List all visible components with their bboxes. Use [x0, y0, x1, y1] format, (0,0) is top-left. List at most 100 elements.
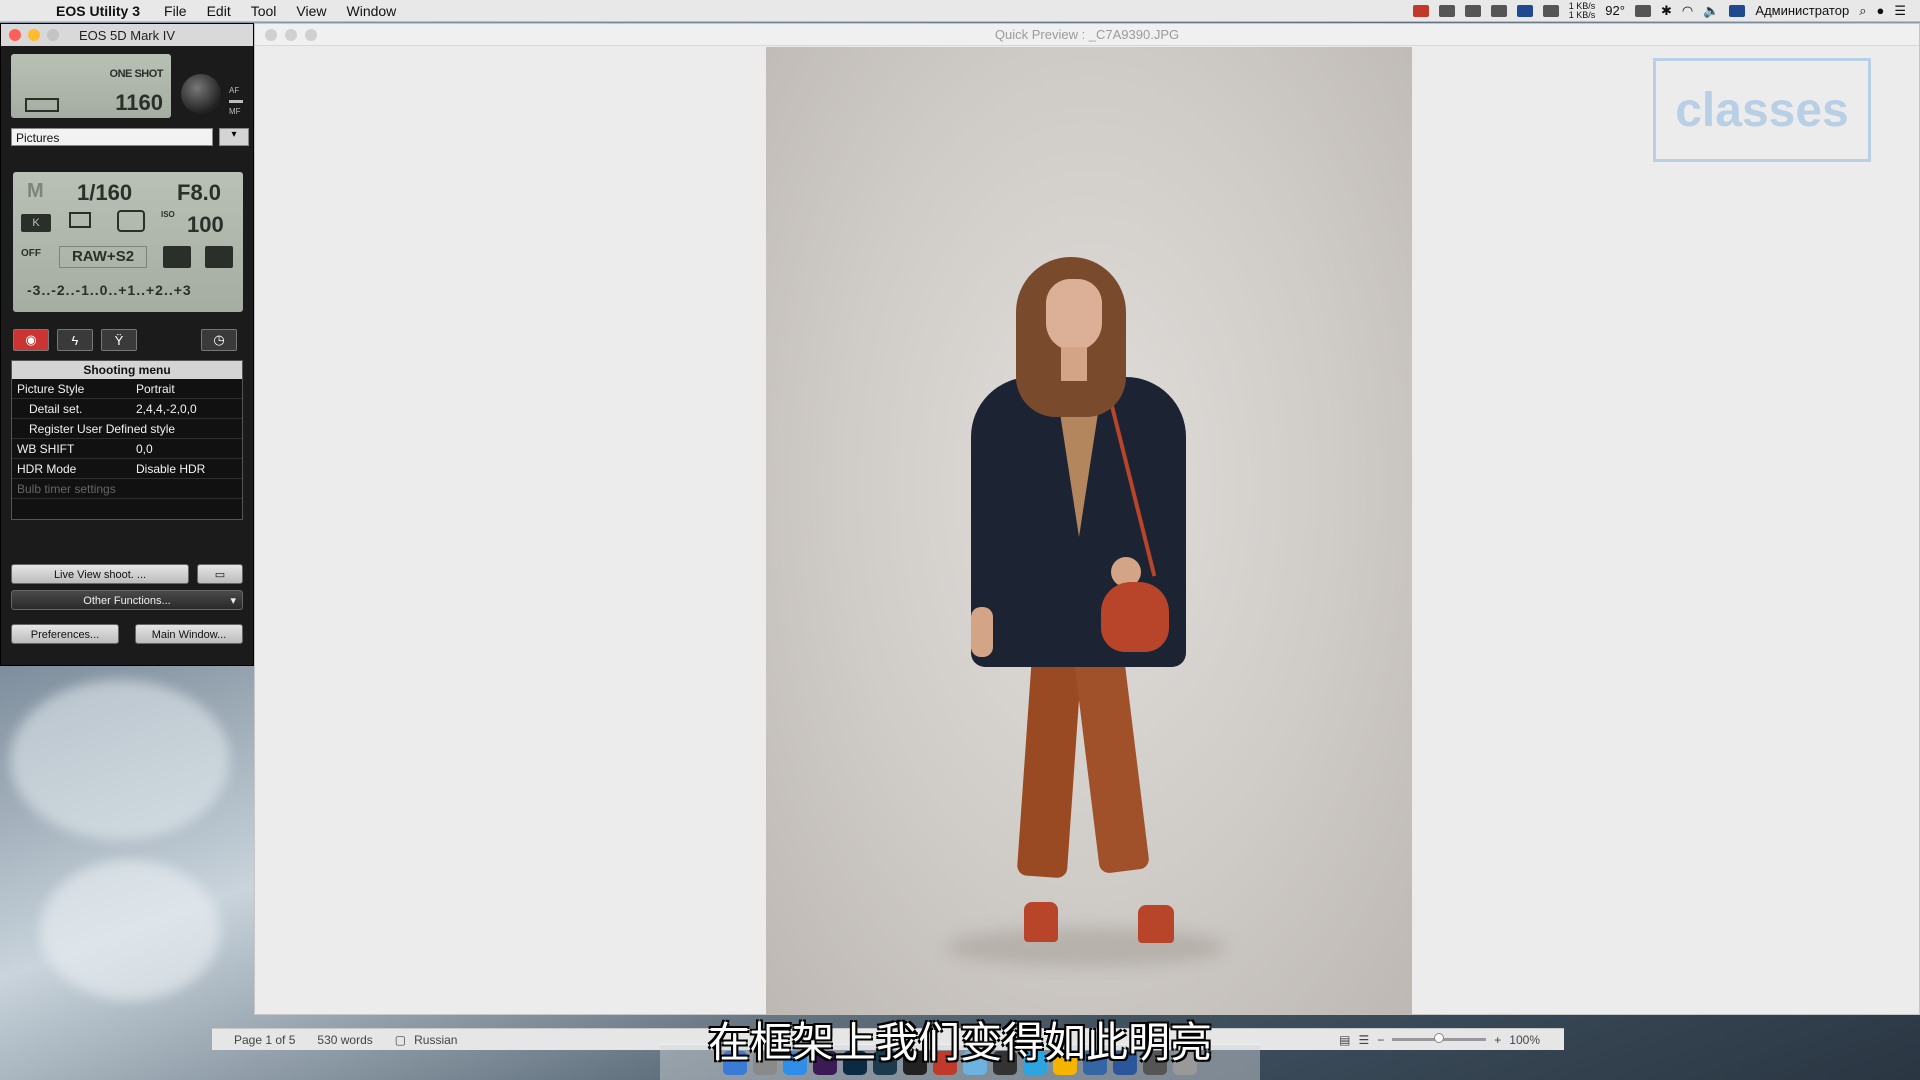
iso-value[interactable]: 100 — [187, 212, 224, 238]
temperature-readout: 92° — [1605, 3, 1625, 18]
menu-row-label: Register User Defined style — [29, 421, 176, 436]
shooting-mode[interactable]: M — [27, 180, 44, 203]
menu-row-label: Picture Style — [17, 381, 85, 396]
wallpaper-cloud — [40, 860, 220, 1000]
camera-model-title: EOS 5D Mark IV — [78, 27, 176, 43]
menu-file[interactable]: File — [154, 3, 197, 19]
af-mf-switch-icon — [229, 100, 243, 103]
status-menus: 1 KB/s 1 KB/s 92° ✱ ◠ 🔈 Администратор ⌕ ●… — [1412, 0, 1920, 20]
shooting-menu-title: Shooting menu — [12, 361, 242, 379]
menu-row-picture-style[interactable]: Picture Style Portrait — [12, 379, 242, 399]
live-icon[interactable] — [1412, 4, 1429, 17]
auto-lighting-optimizer[interactable]: OFF — [21, 248, 41, 259]
close-button[interactable] — [9, 29, 21, 41]
model-face — [1046, 279, 1102, 351]
menu-row-label: HDR Mode — [17, 461, 77, 476]
menu-row-register-style[interactable]: Register User Defined style — [12, 419, 242, 439]
menu-row-label: Detail set. — [29, 401, 83, 416]
menu-row-value: 0,0 — [136, 441, 153, 456]
aperture-value[interactable]: F8.0 — [177, 180, 221, 206]
eos-utility-window: EOS 5D Mark IV ONE SHOT 1160 AF MF Pictu… — [0, 23, 254, 666]
exposure-scale[interactable]: -3..-2..-1..0..+1..+2..+3 — [27, 282, 192, 298]
iso-label: ISO — [161, 210, 175, 219]
live-view-button[interactable]: Live View shoot. ... — [11, 564, 189, 584]
app-menu[interactable]: EOS Utility 3 — [46, 3, 154, 19]
other-functions-label: Other Functions... — [83, 595, 171, 607]
wifi-icon[interactable]: ◠ — [1682, 3, 1693, 19]
drive-mode-icon[interactable] — [69, 212, 91, 228]
monitor-icon[interactable] — [1516, 4, 1533, 17]
preview-photo — [766, 47, 1412, 1015]
user-menu[interactable]: Администратор — [1755, 3, 1849, 18]
window-controls — [9, 29, 59, 41]
close-button[interactable] — [265, 29, 277, 41]
menu-edit[interactable]: Edit — [197, 3, 241, 19]
window-controls — [265, 29, 317, 41]
top-lcd-panel: ONE SHOT 1160 — [11, 54, 171, 118]
wallpaper-cloud — [10, 680, 230, 840]
display-icon[interactable] — [1438, 4, 1455, 17]
network-speed: 1 KB/s 1 KB/s — [1568, 0, 1596, 20]
main-lcd-panel: M 1/160 F8.0 K ISO 100 OFF RAW+S2 -3..-2… — [13, 172, 243, 312]
quick-preview-window: Quick Preview : _C7A9390.JPG classes — [254, 23, 1920, 1015]
flash-tab-icon[interactable]: ϟ — [57, 329, 93, 351]
white-balance-icon[interactable]: K — [21, 214, 51, 232]
siri-icon[interactable]: ● — [1876, 3, 1884, 18]
zoom-button[interactable] — [305, 29, 317, 41]
timer-tab-icon[interactable]: ◷ — [201, 329, 237, 351]
volume-icon[interactable]: 🔈 — [1703, 3, 1719, 19]
menu-window[interactable]: Window — [337, 3, 407, 19]
shutter-speed[interactable]: 1/160 — [77, 180, 132, 206]
main-window-button[interactable]: Main Window... — [135, 624, 243, 644]
folder-dropdown-button[interactable]: ▾ — [219, 128, 249, 146]
preview-title: Quick Preview : _C7A9390.JPG — [994, 27, 1180, 42]
af-label: AF — [229, 86, 240, 95]
model-neck — [1061, 347, 1087, 381]
af-mode-readout[interactable]: ONE SHOT — [110, 68, 164, 80]
menu-bar: EOS Utility 3 File Edit Tool View Window… — [0, 0, 1920, 22]
menu-view[interactable]: View — [286, 3, 336, 19]
bluetooth-icon[interactable]: ✱ — [1661, 3, 1672, 19]
minimize-button[interactable] — [28, 29, 40, 41]
af-mf-indicator: AF MF — [229, 84, 243, 119]
shooting-menu: Shooting menu Picture Style Portrait Det… — [11, 360, 243, 520]
minimize-button[interactable] — [285, 29, 297, 41]
preview-titlebar[interactable]: Quick Preview : _C7A9390.JPG — [255, 24, 1919, 46]
zoom-button[interactable] — [47, 29, 59, 41]
chevron-down-icon: ▾ — [230, 595, 236, 607]
model-handbag — [1101, 582, 1169, 652]
dropbox-icon[interactable] — [1464, 4, 1481, 17]
shield-icon[interactable] — [1634, 4, 1651, 17]
menu-tool[interactable]: Tool — [241, 3, 287, 19]
input-source-icon[interactable] — [1729, 4, 1746, 17]
shots-remaining: 1160 — [115, 90, 163, 115]
model-right-shoe — [1138, 905, 1174, 943]
mf-label: MF — [229, 107, 241, 116]
menu-row-label: WB SHIFT — [17, 441, 75, 456]
destination-folder-field[interactable]: Pictures — [11, 128, 213, 146]
main-dial-icon[interactable] — [181, 74, 221, 114]
eos-titlebar[interactable]: EOS 5D Mark IV — [1, 24, 253, 46]
preferences-button[interactable]: Preferences... — [11, 624, 119, 644]
image-quality[interactable]: RAW+S2 — [59, 246, 147, 268]
video-subtitle: 在框架上我们变得如此明亮 — [707, 1018, 1212, 1067]
search-icon[interactable]: ⌕ — [1859, 3, 1866, 19]
stats-icon[interactable] — [1542, 4, 1559, 17]
cloud-icon[interactable] — [1490, 4, 1507, 17]
menu-row-detail-set[interactable]: Detail set. 2,4,4,-2,0,0 — [12, 399, 242, 419]
camera-tab-icon[interactable]: ◉ — [13, 329, 49, 351]
transfer-jpeg-icon[interactable] — [163, 246, 191, 268]
menu-row-label: Bulb timer settings — [17, 481, 116, 496]
setup-tab-icon[interactable]: Ϋ — [101, 329, 137, 351]
other-functions-dropdown[interactable]: Other Functions... ▾ — [11, 590, 243, 610]
menu-row-hdr-mode[interactable]: HDR Mode Disable HDR — [12, 459, 242, 479]
settings-tabs: ◉ ϟ Ϋ ◷ — [11, 329, 247, 353]
remote-live-view-icon[interactable]: ▭ — [197, 564, 243, 584]
menu-row-wb-shift[interactable]: WB SHIFT 0,0 — [12, 439, 242, 459]
notification-center-icon[interactable]: ☰ — [1894, 3, 1906, 19]
metering-mode-icon[interactable] — [117, 210, 145, 232]
menu-row-value: Disable HDR — [136, 461, 206, 476]
floor-shadow — [946, 927, 1226, 967]
transfer-raw-icon[interactable] — [205, 246, 233, 268]
menu-row-value: Portrait — [136, 381, 175, 396]
